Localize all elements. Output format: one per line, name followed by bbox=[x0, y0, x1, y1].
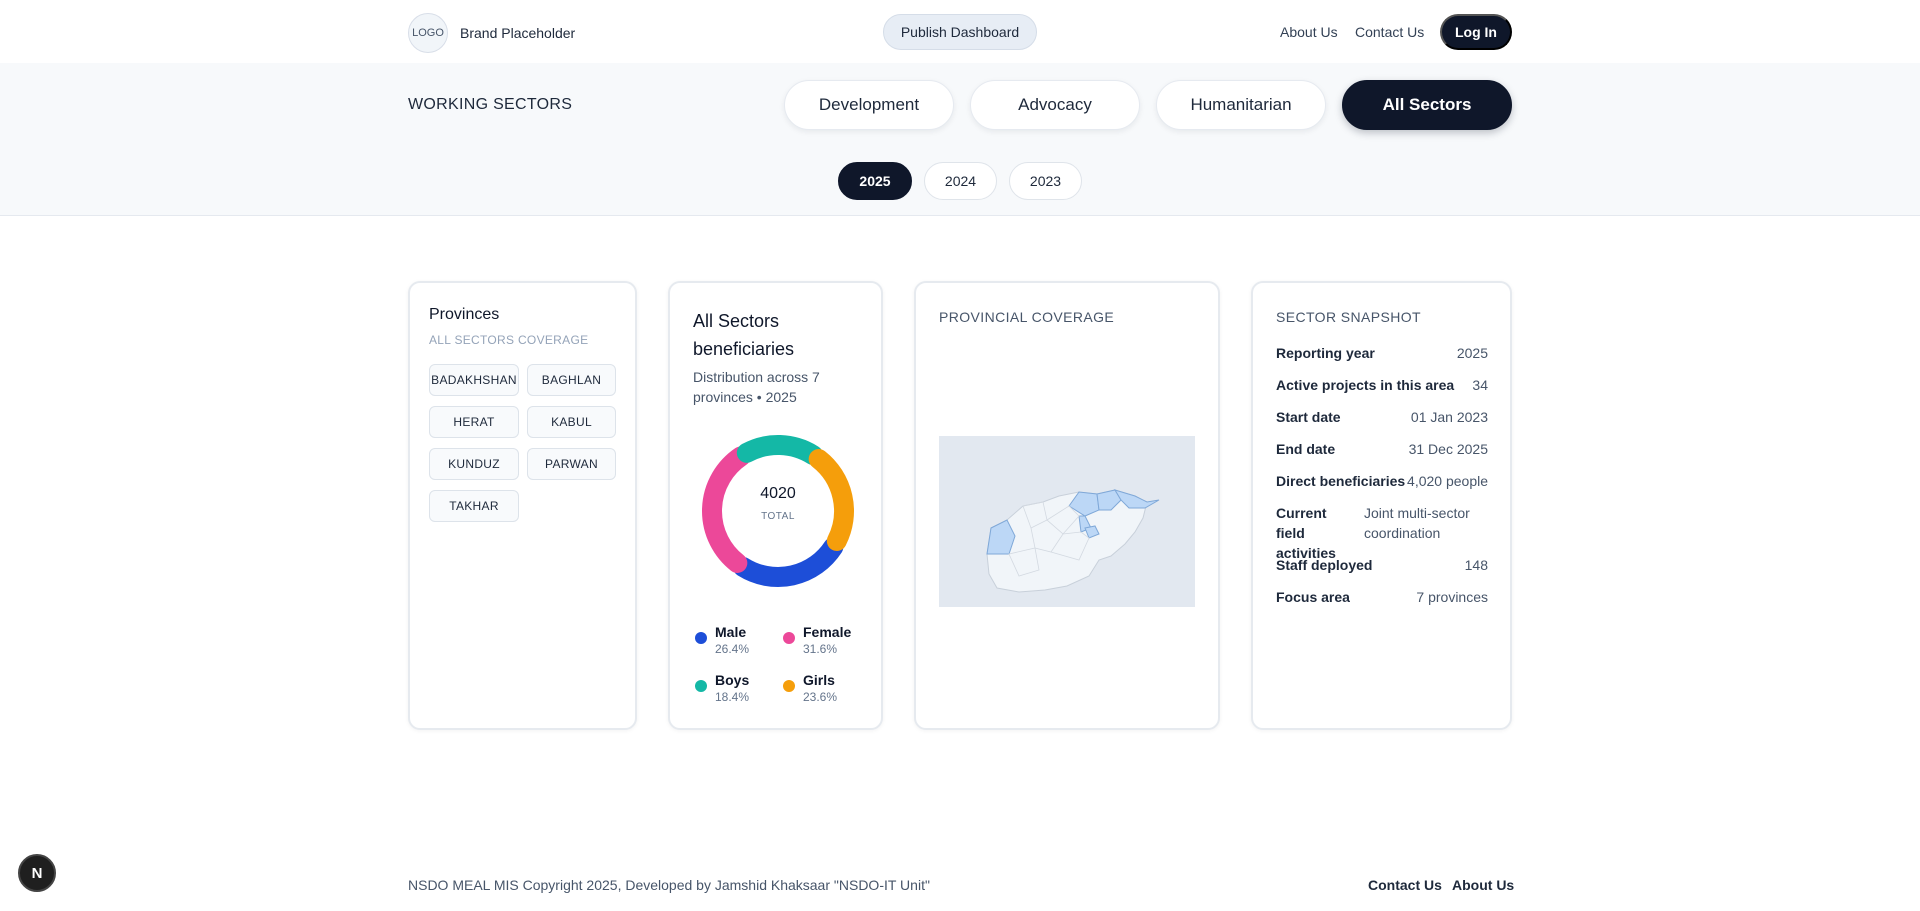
donut-segment-male[interactable] bbox=[732, 536, 844, 587]
legend-dot bbox=[695, 680, 707, 692]
legend-name: Female bbox=[803, 624, 852, 640]
donut-total-value: 4020 bbox=[760, 485, 796, 502]
sector-snapshot-title: SECTOR SNAPSHOT bbox=[1276, 309, 1421, 325]
afghanistan-map bbox=[986, 489, 1160, 593]
snapshot-value: Joint multi-sector coordination bbox=[1364, 505, 1470, 541]
snapshot-value: 31 Dec 2025 bbox=[1408, 441, 1488, 457]
snapshot-value: 01 Jan 2023 bbox=[1410, 409, 1488, 425]
top-header: LOGO Brand Placeholder Publish Dashboard… bbox=[0, 0, 1920, 63]
legend-name: Boys bbox=[715, 672, 750, 688]
beneficiaries-card: All Sectors beneficiaries Distribution a… bbox=[668, 281, 883, 730]
legend-dot bbox=[783, 632, 795, 644]
sector-all-button[interactable]: All Sectors bbox=[1342, 80, 1512, 130]
footer-copyright: NSDO MEAL MIS Copyright 2025, Developed … bbox=[408, 877, 930, 893]
snapshot-value: 148 bbox=[1464, 557, 1488, 573]
sector-development-button[interactable]: Development bbox=[784, 80, 954, 130]
snapshot-value: 2025 bbox=[1456, 345, 1488, 361]
legend-name: Girls bbox=[803, 672, 835, 688]
snapshot-value: 7 provinces bbox=[1416, 589, 1488, 605]
footer-contact-link[interactable]: Contact Us bbox=[1368, 877, 1442, 893]
publish-dashboard-button[interactable]: Publish Dashboard bbox=[883, 14, 1037, 50]
snapshot-value: 4,020 people bbox=[1407, 473, 1488, 489]
provinces-subtitle: ALL SECTORS COVERAGE bbox=[429, 333, 589, 347]
brand[interactable]: LOGO Brand Placeholder bbox=[408, 13, 575, 53]
donut-total-label: TOTAL bbox=[761, 511, 795, 522]
snapshot-label: Reporting year bbox=[1276, 345, 1375, 361]
provincial-coverage-title: PROVINCIAL COVERAGE bbox=[939, 309, 1115, 325]
province-chip[interactable]: TAKHAR bbox=[429, 490, 519, 522]
provincial-coverage-card: PROVINCIAL COVERAGE bbox=[914, 281, 1220, 730]
snapshot-value: 34 bbox=[1472, 377, 1488, 393]
brand-logo: LOGO bbox=[408, 13, 448, 53]
legend-dot bbox=[695, 632, 707, 644]
legend-name: Male bbox=[715, 624, 747, 640]
province-chip[interactable]: HERAT bbox=[429, 406, 519, 438]
snapshot-label: Direct beneficiaries bbox=[1276, 473, 1406, 489]
login-button[interactable]: Log In bbox=[1440, 14, 1512, 50]
sector-humanitarian-button[interactable]: Humanitarian bbox=[1156, 80, 1326, 130]
snapshot-label: Staff deployed bbox=[1276, 557, 1373, 573]
dev-tools-badge[interactable]: N bbox=[18, 854, 56, 892]
year-2024-button[interactable]: 2024 bbox=[924, 162, 997, 200]
beneficiaries-title: All Sectors beneficiaries bbox=[693, 311, 795, 359]
snapshot-label: Focus area bbox=[1276, 589, 1350, 605]
working-sectors-title: WORKING SECTORS bbox=[408, 96, 573, 113]
year-2023-button[interactable]: 2023 bbox=[1009, 162, 1082, 200]
legend-percent: 23.6% bbox=[803, 690, 838, 704]
provinces-title: Provinces bbox=[429, 306, 500, 323]
province-chip[interactable]: BADAKHSHAN bbox=[429, 364, 519, 396]
nav-about-link[interactable]: About Us bbox=[1280, 24, 1338, 40]
beneficiaries-subtitle: Distribution across 7 provinces • 2025 bbox=[693, 369, 820, 405]
provincial-coverage-map[interactable] bbox=[939, 436, 1195, 607]
province-chip[interactable]: KABUL bbox=[527, 406, 616, 438]
legend-percent: 26.4% bbox=[715, 642, 750, 656]
donut-segment-boys[interactable] bbox=[736, 435, 824, 466]
legend-dot bbox=[783, 680, 795, 692]
footer-about-link[interactable]: About Us bbox=[1452, 877, 1514, 893]
donut-segment-girls[interactable] bbox=[808, 449, 854, 551]
snapshot-label: Start date bbox=[1276, 409, 1341, 425]
legend-percent: 31.6% bbox=[803, 642, 838, 656]
legend-percent: 18.4% bbox=[715, 690, 750, 704]
provinces-card: Provinces ALL SECTORS COVERAGE BADAKHSHA… bbox=[408, 281, 637, 730]
nav-contact-link[interactable]: Contact Us bbox=[1355, 24, 1424, 40]
snapshot-label: Current field activities bbox=[1276, 505, 1336, 561]
sector-advocacy-button[interactable]: Advocacy bbox=[970, 80, 1140, 130]
donut-segment-female[interactable] bbox=[702, 446, 751, 573]
year-2025-button[interactable]: 2025 bbox=[838, 162, 912, 200]
province-chip[interactable]: PARWAN bbox=[527, 448, 616, 480]
snapshot-label: Active projects in this area bbox=[1276, 377, 1455, 393]
snapshot-label: End date bbox=[1276, 441, 1336, 457]
province-chip[interactable]: BAGHLAN bbox=[527, 364, 616, 396]
province-chip[interactable]: KUNDUZ bbox=[429, 448, 519, 480]
brand-name: Brand Placeholder bbox=[460, 25, 576, 41]
snapshot-row: Current field activities Joint multi-sec… bbox=[1276, 503, 1488, 561]
sector-snapshot-card: SECTOR SNAPSHOT Reporting year 2025 Acti… bbox=[1251, 281, 1512, 730]
